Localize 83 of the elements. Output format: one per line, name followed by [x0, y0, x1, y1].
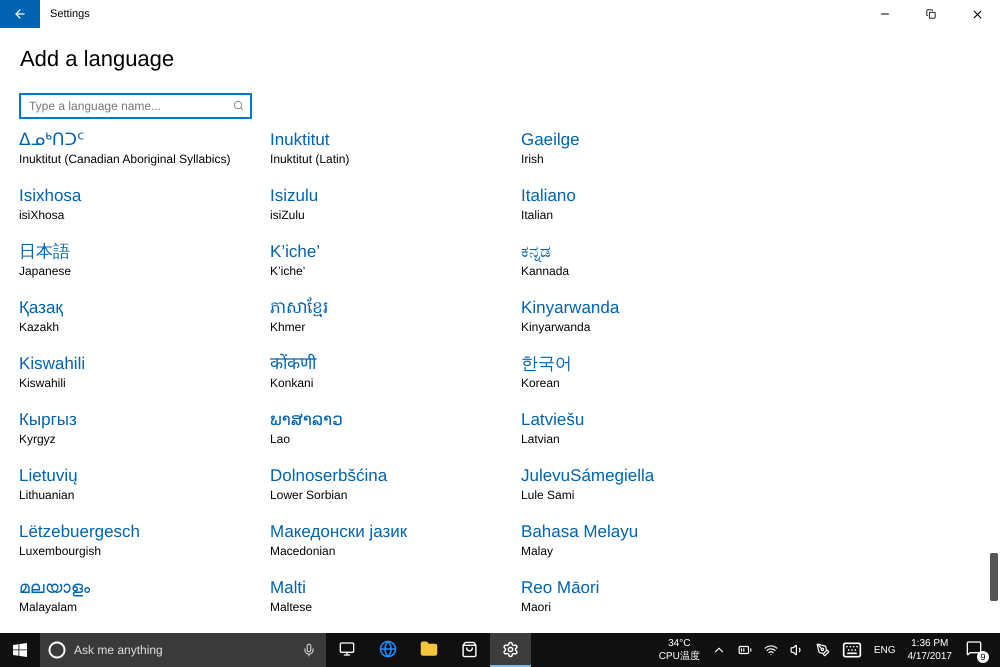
window-title: Settings [50, 8, 91, 20]
language-name-link[interactable]: Reo Māori [521, 577, 600, 599]
language-name-link[interactable]: Latviešu [521, 409, 584, 431]
input-language-indicator[interactable]: ENG [874, 644, 896, 656]
pen-icon[interactable] [816, 643, 830, 657]
language-name-link[interactable]: Malti [270, 577, 306, 599]
language-english-name: Konkani [270, 375, 314, 391]
language-english-name: isiXhosa [19, 207, 64, 223]
language-english-name: Japanese [19, 263, 72, 279]
language-english-name: Korean [521, 375, 560, 391]
language-name-link[interactable]: മലയാളം [19, 577, 90, 599]
page-heading: Add a language [20, 45, 176, 73]
language-english-name: Khmer [270, 319, 306, 335]
folder-icon [420, 640, 438, 658]
close-icon [970, 8, 984, 20]
language-name-link[interactable]: ᐃᓄᒃᑎᑐᑦ [19, 129, 84, 151]
language-english-name: Macedonian [270, 543, 336, 559]
language-english-name: Italian [521, 207, 554, 223]
language-english-name: Kiswahili [19, 375, 66, 391]
windows-logo-icon [13, 643, 27, 657]
language-english-name: Irish [521, 151, 544, 167]
language-english-name: Malayalam [19, 599, 78, 615]
language-name-link[interactable]: K’iche’ [270, 241, 320, 263]
language-english-name: Malay [521, 543, 554, 559]
language-search-field[interactable]: Type a language name... [19, 93, 252, 119]
battery-icon[interactable] [738, 643, 752, 657]
language-name-link[interactable]: Қазақ [19, 297, 63, 319]
language-name-link[interactable]: Italiano [521, 185, 576, 207]
task-view-icon [338, 641, 354, 657]
language-name-link[interactable]: ភាសាខ្មែរ [270, 297, 328, 319]
temperature-label: CPU温度 [658, 650, 700, 663]
language-name-link[interactable]: Lietuvių [19, 465, 78, 487]
language-english-name: Kazakh [19, 319, 60, 335]
restore-icon [926, 9, 936, 19]
language-name-link[interactable]: Inuktitut [270, 129, 330, 151]
search-icon [233, 100, 244, 111]
language-english-name: Kannada [521, 263, 570, 279]
language-name-link[interactable]: कोंकणी [270, 353, 316, 375]
language-name-link[interactable]: Lëtzebuergesch [19, 521, 140, 543]
language-english-name: K’iche’ [270, 263, 306, 279]
microphone-icon [302, 643, 316, 657]
taskbar-search-field[interactable]: Ask me anything [40, 633, 326, 667]
language-name-link[interactable]: ಕನ್ನಡ [521, 241, 551, 263]
language-name-link[interactable]: JulevuSámegiella [521, 465, 654, 487]
language-name-link[interactable]: Isixhosa [19, 185, 82, 207]
language-english-name: Inuktitut (Latin) [270, 151, 350, 167]
language-name-link[interactable]: Kiswahili [19, 353, 86, 375]
language-name-link[interactable]: 日本語 [19, 241, 70, 263]
message-icon [966, 640, 982, 656]
scrollbar-thumb[interactable] [990, 553, 998, 601]
language-english-name: Inuktitut (Canadian Aboriginal Syllabics) [19, 151, 230, 167]
settings-icon [502, 640, 519, 658]
clock-date[interactable]: 4/17/2017 [908, 650, 952, 663]
shopping-bag-icon [461, 640, 478, 658]
temperature-reading: 34°C [668, 637, 690, 650]
language-name-link[interactable]: Кыргыз [19, 409, 77, 431]
language-name-link[interactable]: Isizulu [270, 185, 318, 207]
circle-icon [48, 641, 66, 659]
taskbar-app-button[interactable] [490, 633, 531, 667]
language-name-link[interactable]: Gaeilge [521, 129, 580, 151]
language-english-name: Lower Sorbian [270, 487, 348, 503]
language-english-name: Lithuanian [19, 487, 74, 503]
language-english-name: isiZulu [270, 207, 305, 223]
language-english-name: Luxembourgish [19, 543, 102, 559]
notification-button[interactable]: 9 [964, 636, 990, 664]
notification-count: 9 [977, 651, 989, 663]
language-name-link[interactable]: ພາສາລາວ [270, 409, 343, 431]
language-english-name: Kyrgyz [19, 431, 56, 447]
language-name-link[interactable]: Македонски јазик [270, 521, 408, 543]
language-english-name: Maori [521, 599, 552, 615]
language-english-name: Lao [270, 431, 290, 447]
language-name-link[interactable]: Bahasa Melayu [521, 521, 638, 543]
language-english-name: Latvian [521, 431, 560, 447]
keyboard-icon[interactable] [842, 640, 862, 660]
language-english-name: Lule Sami [521, 487, 574, 503]
browser-icon [378, 640, 396, 658]
language-name-link[interactable]: 한국어 [521, 353, 572, 375]
clock-time[interactable]: 1:36 PM [911, 637, 948, 650]
wifi-icon[interactable] [764, 643, 778, 657]
language-name-link[interactable]: Kinyarwanda [521, 297, 620, 319]
language-english-name: Maltese [270, 599, 312, 615]
language-name-link[interactable]: Dolnoserbšćina [270, 465, 388, 487]
language-english-name: Kinyarwanda [521, 319, 590, 335]
